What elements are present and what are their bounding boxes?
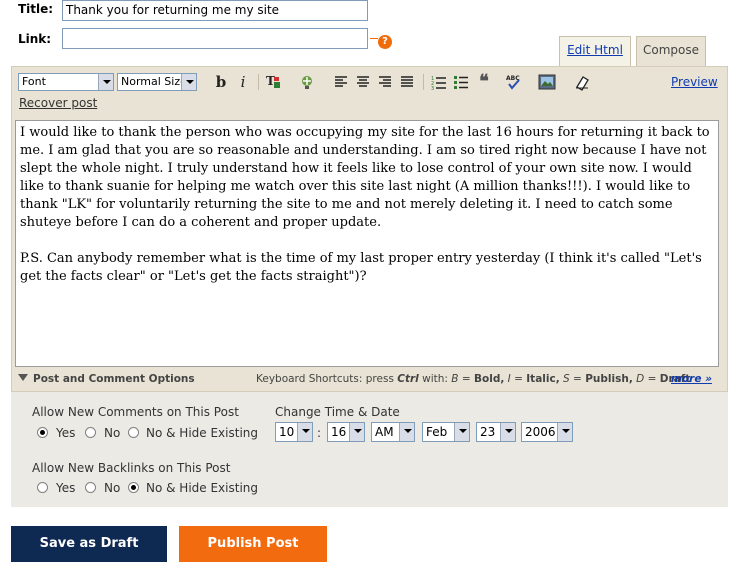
shortcuts-key: Ctrl (397, 373, 419, 385)
comments-hide-label: No & Hide Existing (146, 426, 259, 440)
post-options-toggle[interactable]: Post and Comment Options (33, 373, 195, 385)
shortcuts-with: with: (422, 373, 448, 385)
comments-yes-label: Yes (56, 426, 76, 440)
spellcheck-icon[interactable]: ABC (505, 73, 523, 91)
help-icon[interactable]: ? (378, 35, 392, 49)
backlinks-no-label: No (104, 481, 121, 495)
comments-hide-radio[interactable] (128, 427, 139, 438)
recover-post-link[interactable]: Recover post (19, 96, 97, 110)
align-center-icon[interactable] (354, 73, 372, 91)
post-options-panel: Allow New Comments on This Post Yes No N… (11, 392, 728, 507)
keyboard-shortcuts: Keyboard Shortcuts: press Ctrl with: B =… (256, 373, 691, 385)
shortcuts-prefix: Keyboard Shortcuts: press (256, 373, 394, 385)
shortcut-i: I (507, 373, 511, 385)
align-justify-icon[interactable] (398, 73, 416, 91)
post-paragraph: P.S. Can anybody remember what is the ti… (20, 251, 702, 284)
month-value: Feb (426, 425, 448, 439)
ampm-select[interactable]: AM (371, 422, 415, 442)
blockquote-icon[interactable]: ❝ (475, 73, 493, 91)
comments-no-radio[interactable] (85, 427, 96, 438)
backlinks-hide-label: No & Hide Existing (146, 481, 259, 495)
minute-select[interactable]: 16 (327, 422, 365, 442)
datetime-label: Change Time & Date (275, 405, 400, 419)
shortcut-d: D (636, 373, 645, 385)
day-value: 23 (480, 425, 496, 439)
bullet-list-icon[interactable] (452, 73, 470, 91)
shortcut-b-label: Bold, (474, 373, 505, 385)
hour-value: 10 (279, 425, 295, 439)
svg-text:T: T (266, 74, 275, 88)
backlinks-yes-label: Yes (56, 481, 76, 495)
size-select-value: Normal Size (121, 75, 187, 88)
comments-yes-radio[interactable] (37, 427, 48, 438)
text-color-icon[interactable]: T (264, 73, 282, 91)
save-draft-button[interactable]: Save as Draft (11, 526, 167, 562)
shortcuts-more-link[interactable]: more » (671, 373, 712, 385)
shortcut-b: B (451, 373, 459, 385)
chevron-down-icon (399, 423, 414, 441)
chevron-down-icon (500, 423, 515, 441)
minute-value: 16 (331, 425, 347, 439)
tab-edit-html[interactable]: Edit Html (559, 36, 631, 67)
year-select[interactable]: 2006 (521, 422, 573, 442)
chevron-down-icon (454, 423, 469, 441)
title-label: Title: (18, 2, 54, 16)
svg-text:3: 3 (431, 86, 434, 91)
backlinks-label: Allow New Backlinks on This Post (32, 461, 231, 475)
help-connector (370, 38, 378, 39)
tab-compose[interactable]: Compose (636, 36, 706, 67)
bold-button[interactable]: b (212, 73, 230, 91)
hour-select[interactable]: 10 (275, 422, 313, 442)
backlinks-no-radio[interactable] (85, 482, 96, 493)
align-left-icon[interactable] (332, 73, 350, 91)
size-select[interactable]: Normal Size (117, 73, 197, 91)
post-paragraph: I would like to thank the person who was… (20, 125, 710, 230)
chevron-down-icon (297, 423, 312, 441)
editor-panel: Font Normal Size b i T 123 ❝ ABC Preview (11, 66, 728, 392)
year-value: 2006 (525, 425, 556, 439)
italic-button[interactable]: i (234, 73, 252, 91)
backlinks-hide-radio[interactable] (128, 482, 139, 493)
toolbar-divider (423, 74, 424, 90)
link-icon[interactable] (298, 73, 316, 91)
publish-button[interactable]: Publish Post (179, 526, 327, 562)
image-icon[interactable] (538, 73, 556, 91)
post-body-editor[interactable]: I would like to thank the person who was… (15, 120, 719, 367)
month-select[interactable]: Feb (422, 422, 470, 442)
shortcut-s-label: Publish, (585, 373, 633, 385)
numbered-list-icon[interactable]: 123 (430, 73, 448, 92)
toolbar-divider (258, 74, 259, 90)
link-input[interactable] (62, 28, 368, 49)
comments-no-label: No (104, 426, 121, 440)
chevron-down-icon (557, 423, 572, 441)
chevron-down-icon (181, 74, 196, 90)
link-label: Link: (18, 32, 52, 46)
preview-link[interactable]: Preview (671, 75, 718, 89)
chevron-down-icon (349, 423, 364, 441)
triangle-down-icon[interactable] (18, 374, 28, 381)
title-input[interactable]: Thank you for returning me my site (62, 0, 368, 21)
font-select[interactable]: Font (18, 73, 114, 91)
font-select-value: Font (22, 75, 46, 88)
backlinks-yes-radio[interactable] (37, 482, 48, 493)
ampm-value: AM (375, 425, 394, 439)
remove-formatting-icon[interactable] (573, 73, 591, 91)
chevron-down-icon (98, 74, 113, 90)
options-bar: Post and Comment Options Keyboard Shortc… (18, 373, 718, 389)
comments-label: Allow New Comments on This Post (32, 405, 239, 419)
align-right-icon[interactable] (376, 73, 394, 91)
time-separator: : (317, 426, 322, 440)
shortcut-i-label: Italic, (526, 373, 560, 385)
shortcut-s: S (563, 373, 570, 385)
day-select[interactable]: 23 (476, 422, 516, 442)
